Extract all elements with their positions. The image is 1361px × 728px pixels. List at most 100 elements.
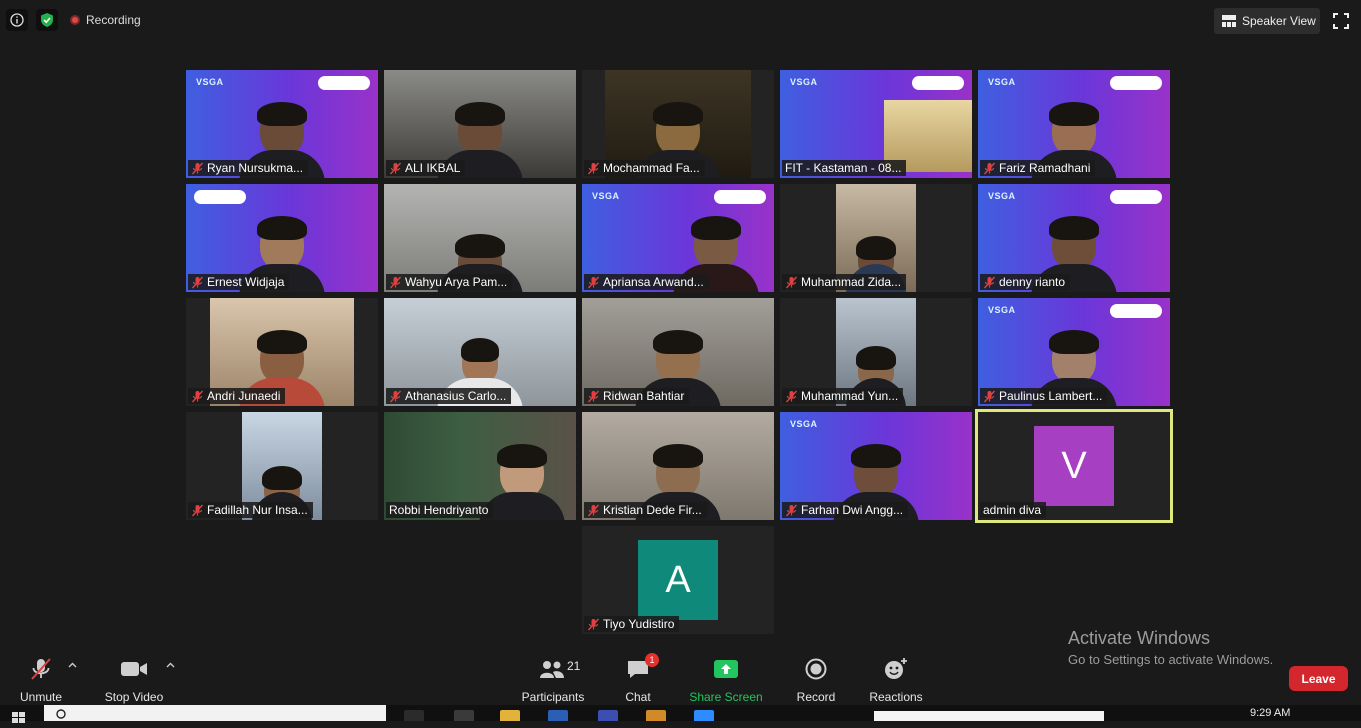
muted-mic-icon [983, 162, 996, 174]
participant-nameplate: Fadillah Nur Insa... [188, 502, 313, 518]
participant-name: admin diva [983, 503, 1042, 517]
reactions-button[interactable]: Reactions [868, 656, 924, 704]
video-tile[interactable]: VSGA Fariz Ramadhani [978, 70, 1170, 178]
muted-mic-icon [389, 390, 402, 402]
vsga-logo-text: VSGA [988, 77, 1016, 87]
muted-mic-icon [389, 276, 402, 288]
windows-start-icon[interactable] [12, 710, 26, 723]
record-icon [805, 656, 827, 681]
video-tile[interactable]: Ridwan Bahtiar [582, 298, 774, 406]
taskbar-app-icon[interactable] [454, 710, 474, 721]
stop-video-label: Stop Video [104, 690, 164, 704]
muted-mic-icon [587, 390, 600, 402]
video-tile[interactable]: Robbi Hendriyanto [384, 412, 576, 520]
participant-nameplate: denny rianto [980, 274, 1071, 290]
meeting-controls: Unmute Stop Video 21 Participants 1 Chat… [0, 650, 1361, 705]
participant-nameplate: Andri Junaedi [188, 388, 286, 404]
windows-taskbar: 9:29 AM [0, 705, 1361, 723]
taskbar-notification-area [874, 711, 1104, 721]
vsga-logo-text: VSGA [988, 191, 1016, 201]
grid-view-icon [1222, 15, 1236, 27]
participant-name: Muhammad Zida... [801, 275, 902, 289]
video-tile[interactable]: VSGA FIT - Kastaman - 08... [780, 70, 972, 178]
participant-name: Tiyo Yudistiro [603, 617, 675, 631]
video-tile[interactable]: Ernest Widjaja [186, 184, 378, 292]
vsga-logo-text: VSGA [196, 77, 224, 87]
sponsor-logo [1110, 304, 1162, 318]
taskbar-app-icon[interactable] [646, 710, 666, 721]
participant-avatar: A [638, 540, 718, 620]
leave-button[interactable]: Leave [1289, 666, 1348, 691]
participant-name: Ridwan Bahtiar [603, 389, 685, 403]
speaker-view-button[interactable]: Speaker View [1214, 8, 1320, 34]
recording-indicator[interactable]: Recording [70, 11, 141, 29]
video-tile[interactable]: Mochammad Fa... [582, 70, 774, 178]
muted-mic-icon [191, 504, 204, 516]
taskbar-search-box[interactable] [44, 705, 386, 721]
sponsor-logo [194, 190, 246, 204]
info-icon[interactable] [6, 9, 28, 31]
participant-nameplate: Wahyu Arya Pam... [386, 274, 513, 290]
task-view-icon[interactable] [404, 710, 424, 721]
video-tile[interactable]: Muhammad Yun... [780, 298, 972, 406]
video-tile[interactable]: Andri Junaedi [186, 298, 378, 406]
word-icon[interactable] [548, 710, 568, 721]
muted-mic-icon [785, 276, 798, 288]
participant-nameplate: Kristian Dede Fir... [584, 502, 707, 518]
vsga-logo-text: VSGA [592, 191, 620, 201]
record-button[interactable]: Record [796, 656, 836, 704]
participant-name: Mochammad Fa... [603, 161, 700, 175]
vsga-logo-text: VSGA [790, 419, 818, 429]
muted-mic-icon [191, 390, 204, 402]
video-tile[interactable]: Kristian Dede Fir... [582, 412, 774, 520]
video-tile[interactable]: VSGA Ryan Nursukma... [186, 70, 378, 178]
video-tile[interactable]: VSGA Paulinus Lambert... [978, 298, 1170, 406]
unmute-button[interactable]: Unmute [18, 656, 64, 704]
participant-name: Apriansa Arwand... [603, 275, 704, 289]
participant-nameplate: Ridwan Bahtiar [584, 388, 690, 404]
muted-mic-icon [785, 504, 798, 516]
video-tile[interactable]: VSGA Apriansa Arwand... [582, 184, 774, 292]
video-tile[interactable]: VSGA Farhan Dwi Angg... [780, 412, 972, 520]
record-dot-icon [70, 15, 80, 25]
speaker-view-label: Speaker View [1242, 14, 1316, 28]
taskbar-clock: 9:29 AM [1250, 707, 1291, 719]
video-tile[interactable]: Fadillah Nur Insa... [186, 412, 378, 520]
participant-nameplate: Ryan Nursukma... [188, 160, 309, 176]
video-tile[interactable]: Athanasius Carlo... [384, 298, 576, 406]
participants-button[interactable]: 21 Participants [521, 656, 585, 704]
fullscreen-icon[interactable] [1330, 10, 1352, 32]
participant-name: Robbi Hendriyanto [389, 503, 489, 517]
video-tile-active-speaker[interactable]: V admin diva [975, 409, 1173, 523]
participant-name: Paulinus Lambert... [999, 389, 1103, 403]
video-tile[interactable]: A Tiyo Yudistiro [582, 526, 774, 634]
share-screen-button[interactable]: Share Screen [689, 656, 763, 704]
muted-mic-icon [785, 390, 798, 402]
stop-video-button[interactable]: Stop Video [103, 656, 165, 704]
video-tile[interactable]: Wahyu Arya Pam... [384, 184, 576, 292]
taskbar-app-icon[interactable] [598, 710, 618, 721]
audio-options-chevron-icon[interactable] [68, 660, 77, 668]
participants-count: 21 [567, 659, 581, 673]
video-camera-icon [120, 656, 148, 681]
sponsor-logo [1110, 190, 1162, 204]
video-tile[interactable]: ALI IKBAL [384, 70, 576, 178]
participant-name: denny rianto [999, 275, 1066, 289]
participant-name: ALI IKBAL [405, 161, 461, 175]
video-tile[interactable]: VSGA denny rianto [978, 184, 1170, 292]
video-options-chevron-icon[interactable] [166, 660, 175, 668]
muted-mic-icon [983, 390, 996, 402]
muted-mic-icon [587, 504, 600, 516]
file-explorer-icon[interactable] [500, 710, 520, 721]
participant-name: Farhan Dwi Angg... [801, 503, 904, 517]
share-screen-icon [714, 656, 738, 681]
participant-avatar: V [1034, 426, 1114, 506]
participant-name: Fadillah Nur Insa... [207, 503, 308, 517]
avatar-letter: V [1061, 444, 1087, 487]
video-tile[interactable]: Muhammad Zida... [780, 184, 972, 292]
zoom-taskbar-icon[interactable] [694, 710, 714, 721]
shield-check-icon[interactable] [36, 9, 58, 31]
sponsor-logo [1110, 76, 1162, 90]
participant-nameplate: ALI IKBAL [386, 160, 466, 176]
chat-button[interactable]: 1 Chat [622, 653, 659, 704]
